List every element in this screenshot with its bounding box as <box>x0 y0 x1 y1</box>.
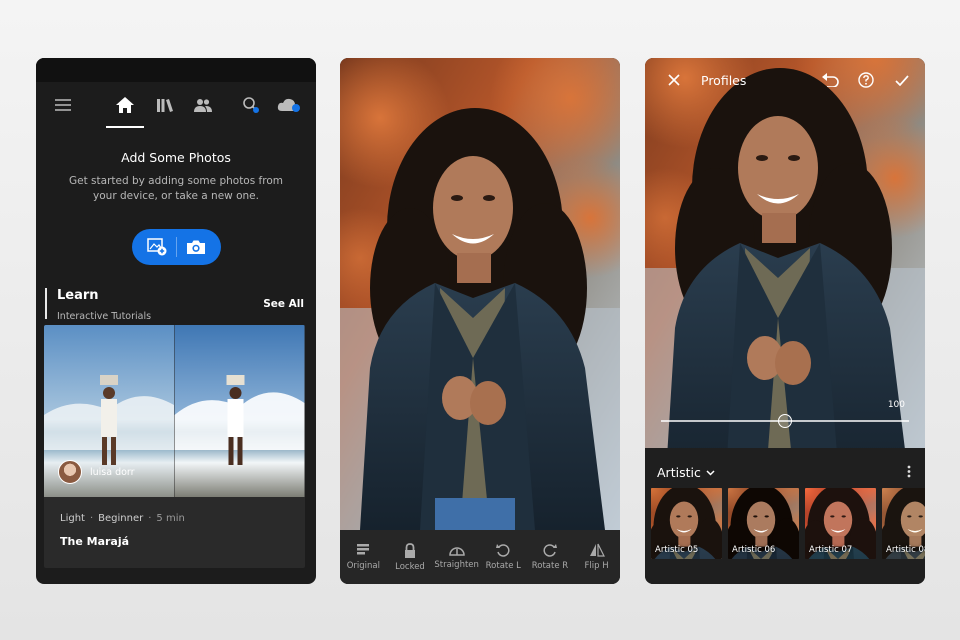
add-photo-icon <box>146 238 166 256</box>
tutorial-duration: 5 min <box>156 513 185 524</box>
profiles-screen: Profiles 100 Artistic Artistic 05 Artist… <box>645 58 925 584</box>
crop-toolbar: Original Locked Straighten Rotate L Rota… <box>340 530 620 584</box>
profiles-header: Profiles <box>645 58 925 102</box>
tool-label: Rotate L <box>485 561 521 571</box>
home-icon[interactable] <box>106 90 144 128</box>
profile-thumbnail[interactable]: Artistic 08 <box>882 488 925 559</box>
lock-icon <box>404 542 415 558</box>
profile-name: Artistic 05 <box>655 545 699 555</box>
page-title: Profiles <box>701 72 747 88</box>
tool-label: Locked <box>395 561 425 572</box>
tool-label: Straighten <box>434 560 479 570</box>
tutorial-difficulty: Beginner <box>98 513 144 524</box>
profile-category-label: Artistic <box>657 465 701 480</box>
profile-category-dropdown[interactable]: Artistic <box>657 465 715 480</box>
profile-thumbnail[interactable]: Artistic 05 <box>651 488 722 559</box>
flip-h-icon <box>589 543 605 557</box>
slider-thumb[interactable] <box>778 414 792 428</box>
tool-label: Rotate R <box>531 561 569 571</box>
add-photos-title: Add Some Photos <box>121 150 231 165</box>
cloud-icon[interactable] <box>274 90 304 120</box>
tutorial-card[interactable]: luisa dorr Light · Beginner · 5 min The Mara… <box>44 325 305 568</box>
tutorial-preview-image: luisa dorr <box>44 325 305 497</box>
search-sparkle-icon[interactable] <box>236 90 266 120</box>
check-icon[interactable] <box>887 65 917 95</box>
avatar <box>58 460 82 484</box>
straighten-icon <box>448 547 465 556</box>
tool-flip-h[interactable]: Flip H <box>574 543 620 571</box>
tool-label: Original <box>346 561 380 571</box>
library-screen: Add Some Photos Get started by adding so… <box>36 58 316 584</box>
camera-icon <box>186 240 205 254</box>
profile-thumbnails: Artistic 05 Artistic 06 Artistic 07 Arti… <box>651 488 925 559</box>
status-bar <box>36 58 316 82</box>
pill-divider <box>175 237 177 257</box>
add-photos-pill <box>131 229 221 265</box>
tool-rotate-right[interactable]: Rotate R <box>527 543 573 571</box>
tool-straighten[interactable]: Straighten <box>434 544 480 570</box>
tutorial-author: luisa dorr <box>58 460 135 484</box>
help-icon[interactable] <box>851 65 881 95</box>
tool-label: Flip H <box>584 561 609 571</box>
profile-name: Artistic 08 <box>886 545 925 555</box>
people-icon[interactable] <box>188 90 218 120</box>
profile-thumbnail[interactable]: Artistic 06 <box>728 488 799 559</box>
crop-screen: Original Locked Straighten Rotate L Rota… <box>340 58 620 584</box>
author-name: luisa dorr <box>90 466 135 478</box>
menu-icon[interactable] <box>48 90 78 120</box>
rotate-right-icon <box>543 544 557 557</box>
tutorial-after-image <box>174 325 305 497</box>
tutorial-title: The Marajá <box>60 535 130 548</box>
chevron-down-icon <box>706 469 715 476</box>
profile-name: Artistic 07 <box>809 545 853 555</box>
tool-locked[interactable]: Locked <box>387 542 433 572</box>
top-nav <box>36 82 316 128</box>
learn-subtitle: Interactive Tutorials <box>57 311 152 322</box>
edit-photo <box>340 58 620 530</box>
tutorial-meta: Light · Beginner · 5 min <box>60 513 185 524</box>
profile-amount-value: 100 <box>887 400 905 410</box>
see-all-link[interactable]: See All <box>263 298 304 310</box>
original-icon <box>357 544 370 555</box>
profiles-panel: Artistic Artistic 05 Artistic 06 Artisti… <box>645 448 925 584</box>
tool-rotate-left[interactable]: Rotate L <box>480 543 526 571</box>
library-icon[interactable] <box>150 90 180 120</box>
profile-name: Artistic 06 <box>732 545 776 555</box>
add-photo-button[interactable] <box>142 232 172 262</box>
edit-photo <box>645 58 925 448</box>
camera-button[interactable] <box>181 232 211 262</box>
tool-original[interactable]: Original <box>340 543 386 571</box>
more-options-icon[interactable] <box>907 463 911 482</box>
rotate-left-icon <box>496 544 510 557</box>
undo-icon[interactable] <box>815 65 845 95</box>
profile-thumbnail[interactable]: Artistic 07 <box>805 488 876 559</box>
close-icon[interactable] <box>659 65 689 95</box>
tutorial-level: Light <box>60 513 85 524</box>
add-photos-subtitle: Get started by adding some photos from y… <box>69 175 283 202</box>
